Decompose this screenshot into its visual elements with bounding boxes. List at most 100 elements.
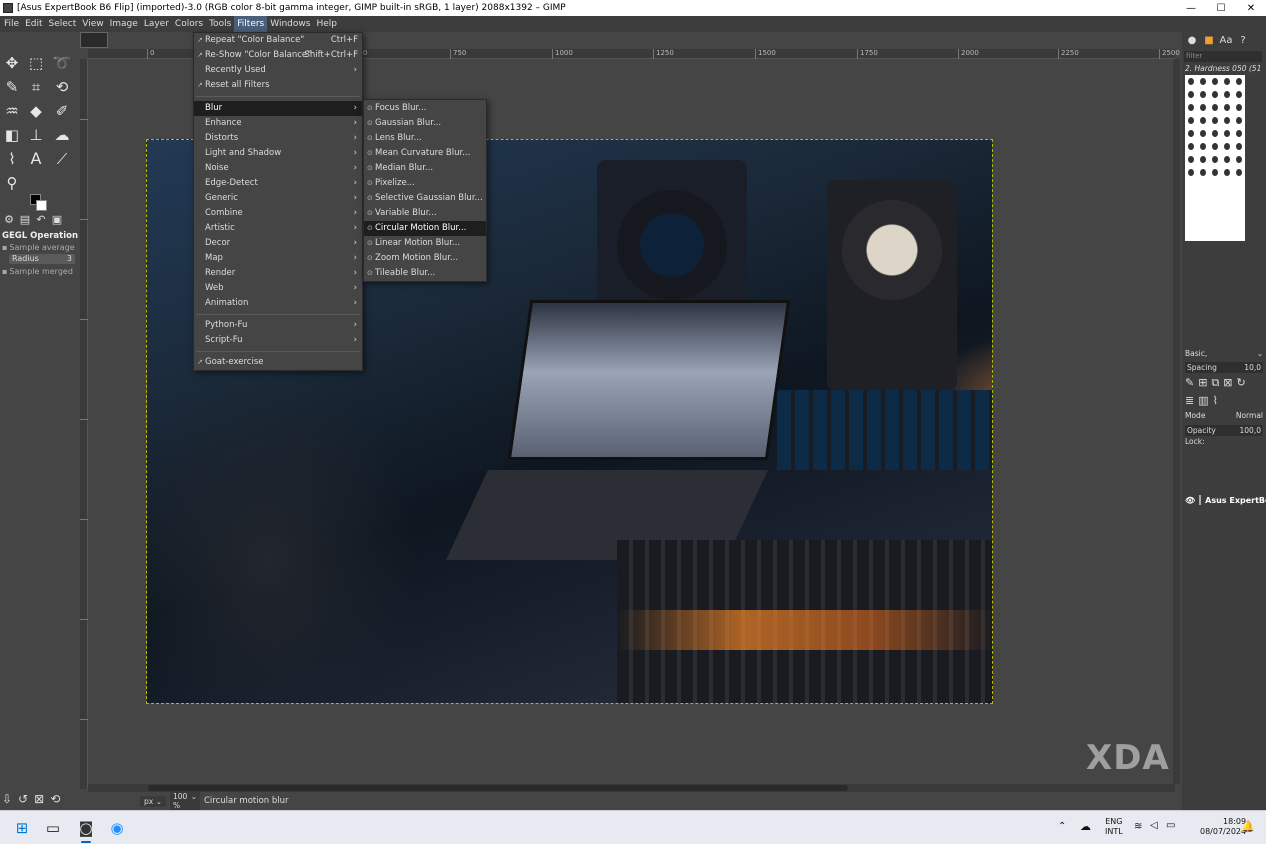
delete-brush-icon[interactable]: ⊠ bbox=[1223, 376, 1232, 390]
brush-swatch[interactable] bbox=[1200, 143, 1206, 150]
brush-swatch[interactable] bbox=[1236, 169, 1242, 176]
brush-swatch[interactable] bbox=[1224, 104, 1230, 111]
brush-swatch[interactable] bbox=[1212, 78, 1218, 85]
refresh-brushes-icon[interactable]: ↻ bbox=[1237, 376, 1246, 390]
brush-swatch[interactable] bbox=[1200, 169, 1206, 176]
restore-preset-icon[interactable]: ↺ bbox=[18, 792, 28, 806]
recently-used-item[interactable]: Recently Used › bbox=[194, 63, 362, 78]
menu-image[interactable]: Image bbox=[107, 16, 141, 32]
warp-tool-icon[interactable]: ♒ bbox=[2, 101, 22, 121]
layer-item[interactable]: 👁 Asus ExpertBook B6 Flip bbox=[1185, 493, 1266, 507]
blur-item-circular-motion[interactable]: ⊙ Circular Motion Blur... bbox=[364, 221, 486, 236]
brush-swatch[interactable] bbox=[1188, 91, 1194, 98]
menu-item-render[interactable]: Render › bbox=[194, 266, 362, 281]
brush-swatch[interactable] bbox=[1224, 78, 1230, 85]
channels-tab-icon[interactable]: ▥ bbox=[1198, 394, 1208, 407]
menu-item-distorts[interactable]: Distorts › bbox=[194, 131, 362, 146]
brush-swatch[interactable] bbox=[1224, 117, 1230, 124]
brush-swatch[interactable] bbox=[1188, 143, 1194, 150]
menu-layer[interactable]: Layer bbox=[141, 16, 172, 32]
zoom-tool-icon[interactable]: ⚲ bbox=[2, 173, 22, 193]
windows-start-icon[interactable]: ⊞ bbox=[12, 818, 32, 838]
blur-item-selective-gaussian[interactable]: ⊙ Selective Gaussian Blur... bbox=[364, 191, 486, 206]
brush-swatch[interactable] bbox=[1212, 143, 1218, 150]
repeat-filter-item[interactable]: ↗ Repeat "Color Balance" Ctrl+F bbox=[194, 33, 362, 48]
new-brush-icon[interactable]: ⊞ bbox=[1198, 376, 1207, 390]
clock[interactable]: 18:09 08/07/2024 bbox=[1200, 817, 1246, 837]
gimp-taskbar-icon[interactable]: ◙ bbox=[76, 818, 96, 838]
brush-swatch[interactable] bbox=[1188, 78, 1194, 85]
navigation-thumbnail[interactable] bbox=[80, 32, 108, 48]
blur-item-variable[interactable]: ⊙ Variable Blur... bbox=[364, 206, 486, 221]
blur-item-pixelize[interactable]: ⊙ Pixelize... bbox=[364, 176, 486, 191]
language-indicator[interactable]: ENG INTL bbox=[1105, 817, 1123, 837]
brush-swatch[interactable] bbox=[1224, 169, 1230, 176]
menu-item-map[interactable]: Map › bbox=[194, 251, 362, 266]
tool-options-tab-icon[interactable]: ⚙ bbox=[2, 213, 16, 227]
brush-swatch[interactable] bbox=[1188, 169, 1194, 176]
menu-item-light-and-shadow[interactable]: Light and Shadow › bbox=[194, 146, 362, 161]
wifi-icon[interactable]: ≋ bbox=[1134, 821, 1142, 832]
move-tool-icon[interactable]: ✥ bbox=[2, 53, 22, 73]
bucket-fill-tool-icon[interactable]: ◆ bbox=[26, 101, 46, 121]
edge-browser-icon[interactable]: ◉ bbox=[107, 818, 127, 838]
transform-tool-icon[interactable]: ⟲ bbox=[52, 77, 72, 97]
device-status-tab-icon[interactable]: ▤ bbox=[18, 213, 32, 227]
paths-tool-icon[interactable]: ⌇ bbox=[2, 149, 22, 169]
duplicate-brush-icon[interactable]: ⧉ bbox=[1211, 376, 1219, 390]
brush-swatch[interactable] bbox=[1212, 130, 1218, 137]
help-icon[interactable]: ? bbox=[1236, 34, 1250, 48]
paths-tab-icon[interactable]: ⌇ bbox=[1213, 394, 1218, 407]
vertical-scrollbar[interactable] bbox=[1173, 59, 1180, 784]
rect-select-tool-icon[interactable]: ⬚ bbox=[26, 53, 46, 73]
menu-view[interactable]: View bbox=[79, 16, 106, 32]
blur-item-linear-motion[interactable]: ⊙ Linear Motion Blur... bbox=[364, 236, 486, 251]
lasso-tool-icon[interactable]: ➰ bbox=[52, 53, 72, 73]
menu-colors[interactable]: Colors bbox=[172, 16, 206, 32]
brush-swatch[interactable] bbox=[1236, 104, 1242, 111]
menu-item-script-fu[interactable]: Script-Fu › bbox=[194, 333, 362, 348]
brush-swatch[interactable] bbox=[1236, 130, 1242, 137]
brush-swatch[interactable] bbox=[1188, 130, 1194, 137]
brush-swatch[interactable] bbox=[1212, 91, 1218, 98]
menu-item-edge-detect[interactable]: Edge-Detect › bbox=[194, 176, 362, 191]
color-picker-tool-icon[interactable]: ⟋ bbox=[52, 149, 72, 169]
layer-mode-selector[interactable]: Mode Normal bbox=[1185, 411, 1263, 420]
onedrive-cloud-icon[interactable]: ☁ bbox=[1080, 820, 1091, 833]
menu-item-blur[interactable]: Blur › bbox=[194, 101, 362, 116]
battery-icon[interactable]: ▭ bbox=[1166, 820, 1175, 831]
brush-swatch[interactable] bbox=[1200, 78, 1206, 85]
brush-swatch[interactable] bbox=[1188, 104, 1194, 111]
brush-swatch[interactable] bbox=[1236, 78, 1242, 85]
menu-filters[interactable]: Filters bbox=[234, 16, 268, 32]
opacity-field[interactable]: Opacity 100,0 bbox=[1185, 425, 1263, 436]
brush-swatch[interactable] bbox=[1224, 143, 1230, 150]
blur-item-focus[interactable]: ⊙ Focus Blur... bbox=[364, 101, 486, 116]
brush-swatch[interactable] bbox=[1224, 156, 1230, 163]
checkbox-icon[interactable]: ▪ bbox=[2, 267, 7, 276]
menu-item-decor[interactable]: Decor › bbox=[194, 236, 362, 251]
layers-tab-icon[interactable]: ≣ bbox=[1185, 394, 1194, 407]
reset-options-icon[interactable]: ⟲ bbox=[50, 792, 60, 806]
radius-spinner[interactable]: Radius 3 bbox=[9, 254, 75, 264]
menu-item-enhance[interactable]: Enhance › bbox=[194, 116, 362, 131]
blur-item-median[interactable]: ⊙ Median Blur... bbox=[364, 161, 486, 176]
menu-item-goat-exercise[interactable]: ↗ Goat-exercise bbox=[194, 355, 362, 370]
blur-item-zoom-motion[interactable]: ⊙ Zoom Motion Blur... bbox=[364, 251, 486, 266]
notification-bell-icon[interactable]: 🔔 bbox=[1241, 820, 1255, 833]
brush-preset-selector[interactable]: Basic, ⌄ bbox=[1185, 349, 1263, 358]
brushes-tab-icon[interactable]: ● bbox=[1185, 34, 1199, 48]
delete-preset-icon[interactable]: ⊠ bbox=[34, 792, 44, 806]
menu-item-python-fu[interactable]: Python-Fu › bbox=[194, 318, 362, 333]
minimize-button[interactable]: — bbox=[1176, 3, 1206, 14]
blur-item-mean-curvature[interactable]: ⊙ Mean Curvature Blur... bbox=[364, 146, 486, 161]
brush-swatch[interactable] bbox=[1200, 91, 1206, 98]
unit-selector[interactable]: px ⌄ bbox=[140, 795, 166, 807]
brush-swatch[interactable] bbox=[1212, 156, 1218, 163]
volume-icon[interactable]: ◁ bbox=[1150, 820, 1158, 831]
clone-tool-icon[interactable]: ⊥ bbox=[26, 125, 46, 145]
horizontal-scrollbar[interactable] bbox=[88, 784, 1175, 792]
reshow-filter-item[interactable]: ↗ Re-Show "Color Balance" Shift+Ctrl+F bbox=[194, 48, 362, 63]
menu-item-artistic[interactable]: Artistic › bbox=[194, 221, 362, 236]
zoom-selector[interactable]: 100 % ⌄ bbox=[170, 791, 200, 811]
